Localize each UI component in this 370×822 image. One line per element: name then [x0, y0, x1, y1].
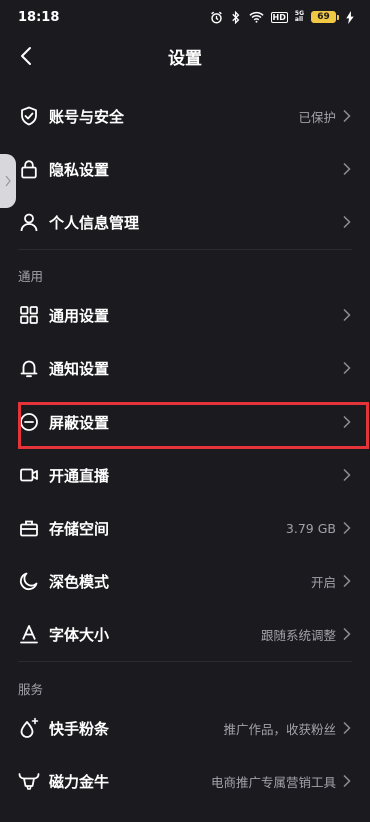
wifi-icon	[248, 11, 264, 23]
grid-icon	[18, 304, 40, 326]
settings-item-label: 深色模式	[49, 572, 110, 591]
chevron-right-icon	[343, 721, 351, 735]
settings-item-label: 个人信息管理	[49, 213, 140, 232]
settings-item-personal-info[interactable]: 个人信息管理	[0, 196, 370, 248]
signal-indicator: 5G all	[294, 10, 304, 23]
settings-item-magnet-bull[interactable]: 磁力金牛 电商推广专属营销工具	[0, 755, 370, 807]
settings-item-value: 开启	[310, 574, 336, 590]
settings-item-label: 快手粉条	[49, 719, 110, 738]
storage-box-icon	[18, 517, 40, 539]
section-title-general: 通用	[18, 269, 44, 284]
sparkle-drop-icon	[18, 717, 40, 739]
chevron-right-icon	[343, 468, 351, 482]
settings-item-label: 隐私设置	[49, 160, 110, 179]
header: 设置	[0, 36, 370, 76]
charging-icon	[346, 10, 354, 24]
settings-item-account-security[interactable]: 账号与安全 已保护	[0, 90, 370, 142]
battery-icon: 69	[311, 11, 339, 23]
settings-item-label: 存储空间	[49, 519, 110, 538]
chevron-right-icon	[343, 774, 351, 788]
chevron-right-icon	[343, 361, 351, 375]
settings-item-label: 通知设置	[49, 359, 110, 378]
chevron-right-icon	[343, 627, 351, 641]
status-icons: HD 5G all 69	[210, 10, 354, 24]
settings-item-value: 已保护	[298, 109, 336, 125]
chevron-right-icon	[343, 215, 351, 229]
settings-item-font-size[interactable]: 字体大小 跟随系统调整	[0, 608, 370, 660]
shield-check-icon	[18, 105, 40, 127]
settings-item-value: 推广作品，收获粉丝	[223, 721, 336, 737]
settings-item-fans-promotion[interactable]: 快手粉条 推广作品，收获粉丝	[0, 702, 370, 754]
chevron-right-icon	[343, 521, 351, 535]
bell-icon	[18, 357, 40, 379]
settings-item-value: 电商推广专属营销工具	[210, 774, 336, 790]
status-bar: 18:18 HD 5G all 69	[0, 0, 370, 34]
status-time: 18:18	[18, 9, 60, 25]
moon-icon	[18, 570, 40, 592]
chevron-right-icon	[343, 308, 351, 322]
settings-item-value: 3.79 GB	[285, 520, 336, 536]
chevron-right-icon	[343, 162, 351, 176]
settings-item-live[interactable]: 开通直播	[0, 449, 370, 501]
settings-item-label: 字体大小	[49, 625, 110, 644]
user-icon	[18, 211, 40, 233]
lock-icon	[18, 158, 40, 180]
settings-item-label: 开通直播	[49, 466, 110, 485]
settings-item-general[interactable]: 通用设置	[0, 289, 370, 341]
back-arrow-icon	[21, 47, 31, 65]
settings-item-label: 磁力金牛	[49, 772, 110, 791]
video-camera-icon	[18, 464, 40, 486]
section-title-services: 服务	[18, 682, 44, 697]
chevron-right-icon	[343, 109, 351, 123]
settings-item-storage[interactable]: 存储空间 3.79 GB	[0, 502, 370, 554]
settings-item-privacy[interactable]: 隐私设置	[0, 143, 370, 195]
bluetooth-icon	[230, 10, 242, 24]
hd-badge: HD	[270, 11, 288, 23]
back-button[interactable]	[14, 44, 38, 68]
highlight-box	[18, 402, 369, 449]
chevron-right-icon	[343, 574, 351, 588]
divider	[18, 661, 352, 662]
battery-level: 69	[311, 11, 336, 23]
settings-item-label: 账号与安全	[49, 107, 125, 126]
settings-item-dark-mode[interactable]: 深色模式 开启	[0, 555, 370, 607]
settings-item-label: 通用设置	[49, 306, 110, 325]
settings-item-notifications[interactable]: 通知设置	[0, 342, 370, 394]
page-title: 设置	[168, 48, 202, 69]
settings-item-value: 跟随系统调整	[260, 627, 336, 643]
alarm-icon	[210, 11, 223, 24]
font-size-icon	[18, 623, 40, 645]
bull-icon	[18, 770, 40, 792]
divider	[18, 249, 352, 250]
